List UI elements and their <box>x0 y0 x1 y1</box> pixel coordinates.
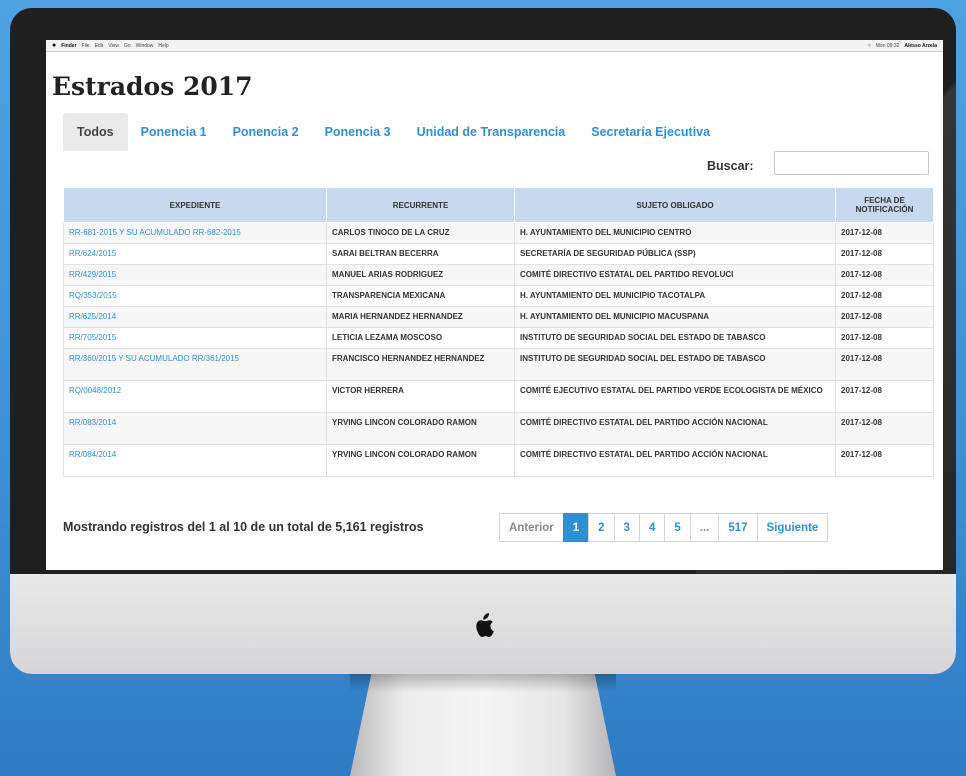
menubar-clock[interactable]: Mon 09:32 <box>876 43 900 49</box>
pagination-page-1[interactable]: 1 <box>562 513 590 542</box>
expediente-link[interactable]: RR/083/2014 <box>63 412 327 445</box>
menu-item-help[interactable]: Help <box>158 43 168 49</box>
pagination-page-5[interactable]: 5 <box>664 513 691 542</box>
table-row: RR/624/2015 SARAI BELTRAN BECERRA SECRET… <box>63 243 934 265</box>
table-row: RQ/0048/2012 VICTOR HERRERA COMITÉ EJECU… <box>63 380 934 413</box>
tab-ponencia-2[interactable]: Ponencia 2 <box>220 113 312 151</box>
table-row: RR-681-2015 Y SU ACUMULADO RR-682-2015 C… <box>63 222 934 244</box>
table-row: RR/625/2014 MARIA HERNANDEZ HERNANDEZ H.… <box>63 306 934 328</box>
pagination-next-button[interactable]: Siguiente <box>756 513 829 542</box>
table-row: RR/083/2014 YRVING LINCON COLORADO RAMON… <box>63 412 934 445</box>
tab-secretaria-ejecutiva[interactable]: Secretaría Ejecutiva <box>578 113 723 151</box>
menu-item-go[interactable]: Go <box>124 43 131 49</box>
fecha-cell: 2017-12-08 <box>835 285 934 307</box>
column-header-expediente[interactable]: EXPEDIENTE <box>63 187 327 223</box>
sujeto-obligado-cell: H. AYUNTAMIENTO DEL MUNICIPIO CENTRO <box>514 222 836 244</box>
tab-unidad-de-transparencia[interactable]: Unidad de Transparencia <box>404 113 579 151</box>
menu-item-file[interactable]: File <box>82 43 90 49</box>
column-header-sujeto-obligado[interactable]: SUJETO OBLIGADO <box>514 187 836 223</box>
menubar-user[interactable]: Alesso Arzeia <box>904 43 937 49</box>
menu-item-view[interactable]: View <box>108 43 119 49</box>
apple-logo-icon <box>476 613 494 637</box>
search-label: Buscar: <box>707 159 754 173</box>
recurrente-cell: TRANSPARENCIA MEXICANA <box>326 285 515 307</box>
expediente-link[interactable]: RR/429/2015 <box>63 264 327 286</box>
pagination-page-2[interactable]: 2 <box>588 513 615 542</box>
expediente-link[interactable]: RR/705/2015 <box>63 327 327 349</box>
sujeto-obligado-cell: H. AYUNTAMIENTO DEL MUNICIPIO TACOTALPA <box>514 285 836 307</box>
fecha-cell: 2017-12-08 <box>835 444 934 477</box>
stand-shadow <box>350 674 616 692</box>
fecha-cell: 2017-12-08 <box>835 412 934 445</box>
table-row: RR/705/2015 LETICIA LEZAMA MOSCOSO INSTI… <box>63 327 934 349</box>
sujeto-obligado-cell: COMITÉ DIRECTIVO ESTATAL DEL PARTIDO REV… <box>514 264 836 286</box>
fecha-cell: 2017-12-08 <box>835 306 934 328</box>
expediente-link[interactable]: RR/084/2014 <box>63 444 327 477</box>
pagination-page-517[interactable]: 517 <box>718 513 758 542</box>
records-info: Mostrando registros del 1 al 10 de un to… <box>63 520 424 534</box>
fecha-cell: 2017-12-08 <box>835 348 934 381</box>
sujeto-obligado-cell: INSTITUTO DE SEGURIDAD SOCIAL DEL ESTADO… <box>514 327 836 349</box>
pagination-page-3[interactable]: 3 <box>613 513 640 542</box>
expediente-link[interactable]: RQ/353/2015 <box>63 285 327 307</box>
recurrente-cell: MANUEL ARIAS RODRIGUEZ <box>326 264 515 286</box>
fecha-cell: 2017-12-08 <box>835 243 934 265</box>
recurrente-cell: VICTOR HERRERA <box>326 380 515 413</box>
recurrente-cell: CARLOS TINOCO DE LA CRUZ <box>326 222 515 244</box>
page-title: Estrados 2017 <box>52 72 253 101</box>
apple-menu-icon[interactable]: ● <box>52 42 56 49</box>
table-row: RR/429/2015 MANUEL ARIAS RODRIGUEZ COMIT… <box>63 264 934 286</box>
sujeto-obligado-cell: COMITÉ DIRECTIVO ESTATAL DEL PARTIDO ACC… <box>514 444 836 477</box>
fecha-cell: 2017-12-08 <box>835 380 934 413</box>
expediente-link[interactable]: RR/625/2014 <box>63 306 327 328</box>
recurrente-cell: YRVING LINCON COLORADO RAMON <box>326 444 515 477</box>
sujeto-obligado-cell: H. AYUNTAMIENTO DEL MUNICIPIO MACUSPANA <box>514 306 836 328</box>
recurrente-cell: FRANCISCO HERNANDEZ HERNANDEZ <box>326 348 515 381</box>
table-header-row: EXPEDIENTE RECURRENTE SUJETO OBLIGADO FE… <box>63 187 934 223</box>
wifi-icon[interactable]: ≈ <box>868 43 871 49</box>
records-table: EXPEDIENTE RECURRENTE SUJETO OBLIGADO FE… <box>63 187 934 477</box>
recurrente-cell: LETICIA LEZAMA MOSCOSO <box>326 327 515 349</box>
tab-ponencia-1[interactable]: Ponencia 1 <box>128 113 220 151</box>
recurrente-cell: SARAI BELTRAN BECERRA <box>326 243 515 265</box>
search-input[interactable] <box>774 151 929 175</box>
fecha-cell: 2017-12-08 <box>835 264 934 286</box>
fecha-cell: 2017-12-08 <box>835 327 934 349</box>
pagination-previous-button[interactable]: Anterior <box>499 513 564 542</box>
expediente-link[interactable]: RR-681-2015 Y SU ACUMULADO RR-682-2015 <box>63 222 327 244</box>
menu-bar: ● Finder File Edit View Go Window Help ≈… <box>46 40 943 52</box>
tab-bar: Todos Ponencia 1 Ponencia 2 Ponencia 3 U… <box>63 113 723 151</box>
column-header-recurrente[interactable]: RECURRENTE <box>326 187 515 223</box>
table-row: RQ/353/2015 TRANSPARENCIA MEXICANA H. AY… <box>63 285 934 307</box>
expediente-link[interactable]: RQ/0048/2012 <box>63 380 327 413</box>
sujeto-obligado-cell: SECRETARÍA DE SEGURIDAD PÚBLICA (SSP) <box>514 243 836 265</box>
pagination-page-4[interactable]: 4 <box>638 513 666 542</box>
pagination: Anterior 1 2 3 4 5 ... 517 Siguiente <box>499 513 829 542</box>
menu-item-window[interactable]: Window <box>136 43 154 49</box>
recurrente-cell: YRVING LINCON COLORADO RAMON <box>326 412 515 445</box>
sujeto-obligado-cell: COMITÉ EJECUTIVO ESTATAL DEL PARTIDO VER… <box>514 380 836 413</box>
fecha-cell: 2017-12-08 <box>835 222 934 244</box>
column-header-fecha-notificacion[interactable]: FECHA DE NOTIFICACIÓN <box>835 187 934 223</box>
screen: ● Finder File Edit View Go Window Help ≈… <box>46 40 943 570</box>
expediente-link[interactable]: RR/360/2015 Y SU ACUMULADO RR/361/2015 <box>63 348 327 381</box>
recurrente-cell: MARIA HERNANDEZ HERNANDEZ <box>326 306 515 328</box>
sujeto-obligado-cell: INSTITUTO DE SEGURIDAD SOCIAL DEL ESTADO… <box>514 348 836 381</box>
table-row: RR/084/2014 YRVING LINCON COLORADO RAMON… <box>63 444 934 477</box>
pagination-ellipsis: ... <box>689 513 720 542</box>
table-row: RR/360/2015 Y SU ACUMULADO RR/361/2015 F… <box>63 348 934 381</box>
menu-item-finder[interactable]: Finder <box>61 43 76 49</box>
tab-todos[interactable]: Todos <box>63 113 128 151</box>
menu-item-edit[interactable]: Edit <box>95 43 104 49</box>
expediente-link[interactable]: RR/624/2015 <box>63 243 327 265</box>
tab-ponencia-3[interactable]: Ponencia 3 <box>312 113 404 151</box>
sujeto-obligado-cell: COMITÉ DIRECTIVO ESTATAL DEL PARTIDO ACC… <box>514 412 836 445</box>
